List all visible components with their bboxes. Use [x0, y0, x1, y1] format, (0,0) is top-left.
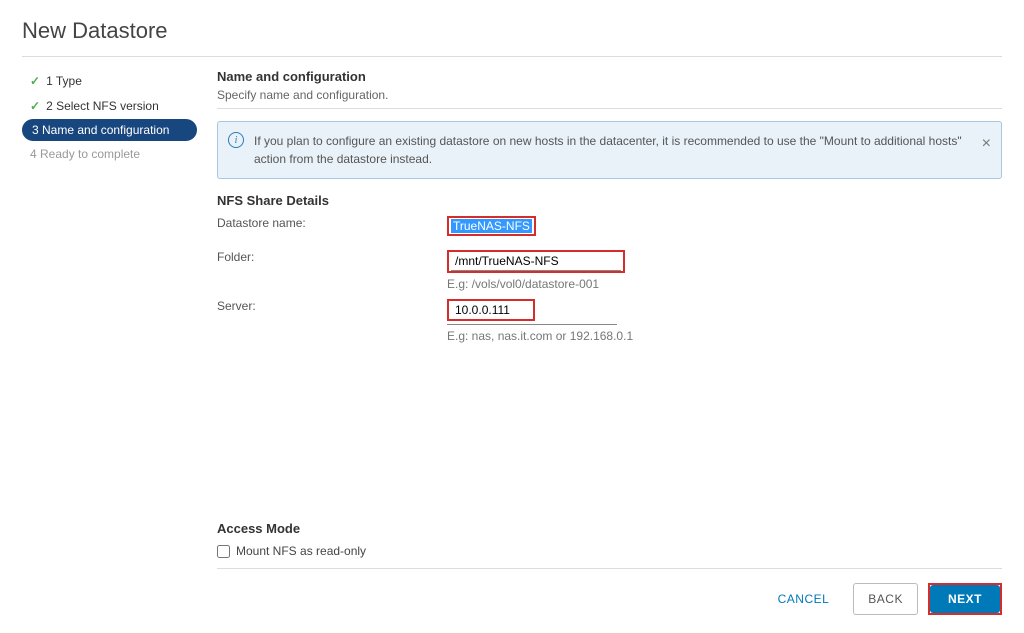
datastore-name-label: Datastore name: [217, 216, 447, 236]
wizard-step-label: 2 Select NFS version [46, 99, 159, 113]
wizard-step-label: 1 Type [46, 74, 82, 88]
wizard-step-nfs-version[interactable]: 2 Select NFS version [22, 94, 197, 118]
dialog-title: New Datastore [22, 18, 1002, 44]
folder-label: Folder: [217, 250, 447, 291]
back-button[interactable]: BACK [853, 583, 918, 615]
info-box: i If you plan to configure an existing d… [217, 121, 1002, 179]
wizard-step-label: 4 Ready to complete [30, 147, 140, 161]
server-hint: E.g: nas, nas.it.com or 192.168.0.1 [447, 329, 1002, 343]
readonly-checkbox[interactable] [217, 545, 230, 558]
content-panel: Name and configuration Specify name and … [217, 57, 1002, 615]
wizard-step-name-config[interactable]: 3 Name and configuration [22, 119, 197, 141]
readonly-label: Mount NFS as read-only [236, 544, 366, 558]
highlight-server [447, 299, 535, 321]
datastore-name-input[interactable]: TrueNAS-NFS [451, 219, 532, 233]
wizard-sidebar: 1 Type 2 Select NFS version 3 Name and c… [22, 57, 197, 615]
wizard-step-type[interactable]: 1 Type [22, 69, 197, 93]
nfs-share-title: NFS Share Details [217, 193, 1002, 208]
folder-input[interactable] [451, 252, 621, 271]
cancel-button[interactable]: CANCEL [764, 583, 844, 615]
info-icon: i [228, 132, 244, 148]
highlight-folder [447, 250, 625, 273]
section-desc: Specify name and configuration. [217, 88, 1002, 102]
server-label: Server: [217, 299, 447, 343]
close-icon[interactable]: × [982, 132, 991, 156]
next-button[interactable]: NEXT [930, 585, 1000, 613]
highlight-datastore-name: TrueNAS-NFS [447, 216, 536, 236]
access-mode-title: Access Mode [217, 521, 1002, 536]
section-title: Name and configuration [217, 69, 1002, 84]
info-text: If you plan to configure an existing dat… [254, 134, 962, 166]
button-bar: CANCEL BACK NEXT [217, 568, 1002, 615]
server-input[interactable] [451, 301, 531, 319]
folder-hint: E.g: /vols/vol0/datastore-001 [447, 277, 1002, 291]
section-divider [217, 108, 1002, 109]
wizard-step-ready: 4 Ready to complete [22, 142, 197, 166]
wizard-step-label: 3 Name and configuration [32, 123, 169, 137]
highlight-next: NEXT [928, 583, 1002, 615]
